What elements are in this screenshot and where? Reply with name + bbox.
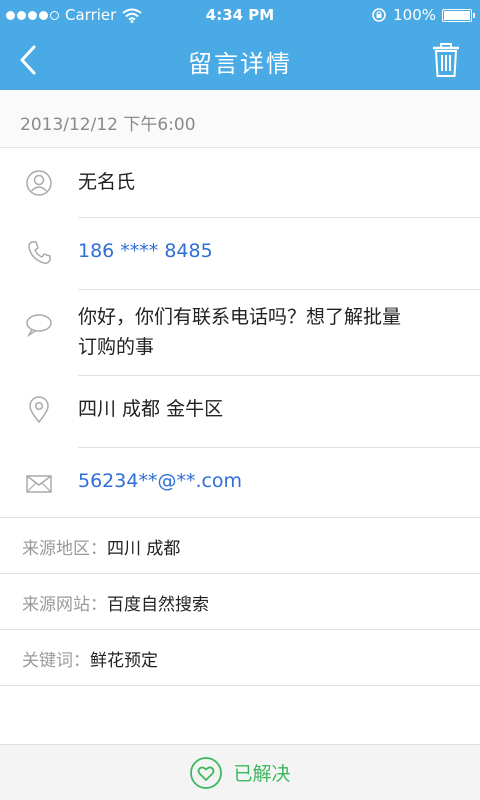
- location-pin-icon: [24, 395, 54, 425]
- header: Carrier 4:34 PM 100% 留言详情: [0, 0, 480, 90]
- detail-source-site: 来源网站：百度自然搜索: [0, 574, 480, 630]
- contact-email-link[interactable]: 56234**@**.com: [78, 466, 242, 497]
- detail-value: 百度自然搜索: [107, 595, 209, 615]
- detail-label: 来源网站：: [22, 595, 107, 615]
- detail-label: 来源地区：: [22, 539, 107, 559]
- message-content-row: 你好，你们有联系电话吗？想了解批量 订购的事: [0, 290, 480, 376]
- nav-bar: 留言详情: [0, 30, 480, 90]
- message-content-line1: 你好，你们有联系电话吗？想了解批量: [78, 306, 402, 328]
- back-arrow-icon: [20, 45, 36, 75]
- delete-button[interactable]: [426, 38, 466, 82]
- contact-location: 四川 成都 金牛区: [78, 398, 224, 420]
- contact-phone-link[interactable]: 186 **** 8485: [78, 236, 213, 267]
- trash-icon: [433, 43, 459, 77]
- message-content-line2: 订购的事: [78, 336, 155, 358]
- orientation-lock-icon: [372, 8, 386, 22]
- battery-icon: [442, 8, 475, 22]
- resolved-label: 已解决: [233, 763, 291, 785]
- contact-name: 无名氏: [78, 171, 136, 193]
- message-date: 2013/12/12 下午6:00: [20, 115, 196, 135]
- detail-label: 关键词：: [22, 651, 90, 671]
- page-title: 留言详情: [188, 50, 292, 78]
- status-bar: Carrier 4:34 PM 100%: [0, 0, 480, 30]
- message-date-row: 2013/12/12 下午6:00: [0, 90, 480, 148]
- back-button[interactable]: [6, 38, 50, 82]
- mail-icon: [24, 469, 54, 499]
- user-icon: [24, 168, 54, 198]
- detail-value: 鲜花预定: [90, 651, 158, 671]
- phone-icon: [24, 238, 54, 268]
- resolved-button[interactable]: 已解决: [0, 744, 480, 800]
- detail-source-region: 来源地区：四川 成都: [0, 518, 480, 574]
- contact-location-row: 四川 成都 金牛区: [0, 376, 480, 448]
- contact-email-row: 56234**@**.com: [0, 448, 480, 518]
- chat-bubble-icon: [24, 310, 54, 340]
- detail-keyword: 关键词：鲜花预定: [0, 630, 480, 686]
- contact-phone-row: 186 **** 8485: [0, 218, 480, 290]
- detail-value: 四川 成都: [107, 539, 181, 559]
- heart-circle-icon: [190, 756, 223, 789]
- contact-name-row: 无名氏: [0, 148, 480, 218]
- battery-percent: 100%: [393, 6, 436, 24]
